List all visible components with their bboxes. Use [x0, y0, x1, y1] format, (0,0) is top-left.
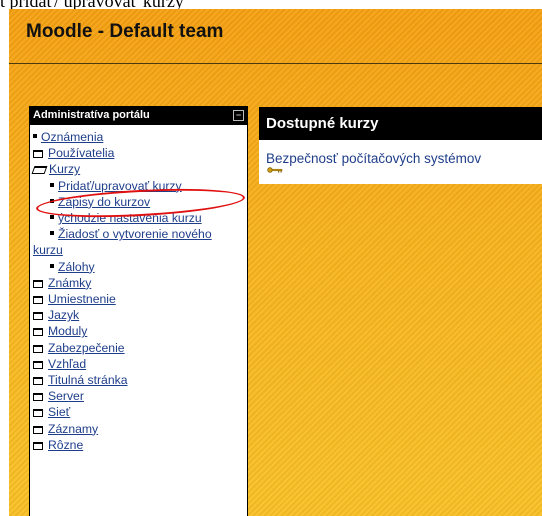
folder-icon — [33, 377, 43, 386]
menu-link[interactable]: Titulná stránka — [48, 373, 127, 387]
menu-item-oznamenia[interactable]: Oznámenia — [30, 129, 247, 145]
folder-icon — [33, 279, 43, 288]
menu-link[interactable]: Žiadosť o vytvorenie nového kurzu — [33, 227, 212, 257]
admin-menu: Oznámenia Používatelia Kurzy Pridať/upra… — [30, 129, 247, 453]
menu-link[interactable]: Rôzne — [48, 438, 83, 452]
site-title[interactable]: Moodle - Default team — [26, 21, 223, 43]
menu-item-pouzivatelia[interactable]: Používatelia — [30, 145, 247, 161]
courses-block-title: Dostupné kurzy — [259, 107, 542, 140]
menu-item-zalohy[interactable]: Zálohy — [30, 259, 247, 275]
folder-icon — [33, 296, 43, 305]
minus-icon[interactable]: − — [233, 110, 244, 121]
folder-icon — [33, 425, 43, 434]
admin-block: Administratíva portálu − Oznámenia Použí… — [29, 106, 248, 516]
bullet-icon — [50, 263, 54, 268]
menu-item-nastavenia-kurzu[interactable]: ýchodzie nastavenia kurzu — [30, 210, 247, 226]
admin-block-title: Administratíva portálu — [33, 109, 150, 121]
folder-icon — [33, 441, 43, 450]
folder-icon — [33, 393, 43, 402]
menu-item-rozne[interactable]: Rôzne — [30, 437, 247, 453]
course-link[interactable]: Bezpečnosť počítačových systémov — [266, 151, 481, 166]
menu-item-zapisy[interactable]: Zápisy do kurzov — [30, 194, 247, 210]
menu-link[interactable]: Známky — [48, 276, 91, 290]
folder-icon — [33, 409, 43, 418]
menu-link[interactable]: Umiestnenie — [48, 292, 116, 306]
menu-item-server[interactable]: Server — [30, 388, 247, 404]
menu-link[interactable]: Oznámenia — [41, 130, 103, 144]
moodle-page: Moodle - Default team Administratíva por… — [9, 9, 542, 516]
folder-icon — [33, 150, 43, 159]
folder-icon — [33, 328, 43, 337]
folder-icon — [33, 312, 43, 321]
bullet-icon — [50, 198, 54, 203]
bullet-icon — [33, 134, 37, 138]
menu-link[interactable]: Pridať/upravovať kurzy — [58, 179, 182, 193]
menu-link[interactable]: ýchodzie nastavenia kurzu — [58, 211, 202, 225]
bullet-icon — [50, 182, 54, 187]
bullet-icon — [50, 215, 54, 220]
open-folder-icon — [31, 166, 48, 175]
menu-link[interactable]: Server — [48, 389, 84, 403]
menu-item-kurzy[interactable]: Kurzy — [30, 161, 247, 177]
menu-link[interactable]: Jazyk — [48, 308, 79, 322]
menu-link[interactable]: Záznamy — [48, 422, 98, 436]
menu-link[interactable]: Zabezpečenie — [48, 341, 125, 355]
menu-link[interactable]: Vzhľad — [48, 357, 86, 371]
menu-link[interactable]: Sieť — [48, 405, 70, 419]
courses-block-body: Bezpečnosť počítačových systémov — [259, 140, 542, 184]
menu-item-moduly[interactable]: Moduly — [30, 323, 247, 339]
menu-link[interactable]: Zálohy — [58, 260, 95, 274]
menu-item-umiestnenie[interactable]: Umiestnenie — [30, 291, 247, 307]
folder-icon — [33, 344, 43, 353]
menu-item-zabezpecenie[interactable]: Zabezpečenie — [30, 340, 247, 356]
menu-item-pridat-upravovat-kurzy[interactable]: Pridať/upravovať kurzy — [30, 178, 247, 194]
menu-item-titulna-stranka[interactable]: Titulná stránka — [30, 372, 247, 388]
menu-item-zaznamy[interactable]: Záznamy — [30, 421, 247, 437]
menu-item-jazyk[interactable]: Jazyk — [30, 307, 247, 323]
courses-block: Dostupné kurzy Bezpečnosť počítačových s… — [259, 107, 542, 184]
menu-link[interactable]: Kurzy — [49, 162, 80, 176]
admin-block-body: Oznámenia Používatelia Kurzy Pridať/upra… — [29, 125, 248, 516]
admin-block-header: Administratíva portálu − — [29, 106, 248, 125]
header-divider — [9, 63, 542, 64]
bullet-icon — [50, 231, 54, 236]
menu-item-znamky[interactable]: Známky — [30, 275, 247, 291]
key-icon — [267, 167, 283, 173]
menu-item-siet[interactable]: Sieť — [30, 404, 247, 420]
folder-icon — [33, 360, 43, 369]
menu-link[interactable]: Zápisy do kurzov — [58, 195, 150, 209]
menu-item-vzhlad[interactable]: Vzhľad — [30, 356, 247, 372]
menu-item-ziadost[interactable]: Žiadosť o vytvorenie nového kurzu — [30, 226, 233, 258]
menu-link[interactable]: Používatelia — [48, 146, 114, 160]
menu-link[interactable]: Moduly — [48, 324, 87, 338]
